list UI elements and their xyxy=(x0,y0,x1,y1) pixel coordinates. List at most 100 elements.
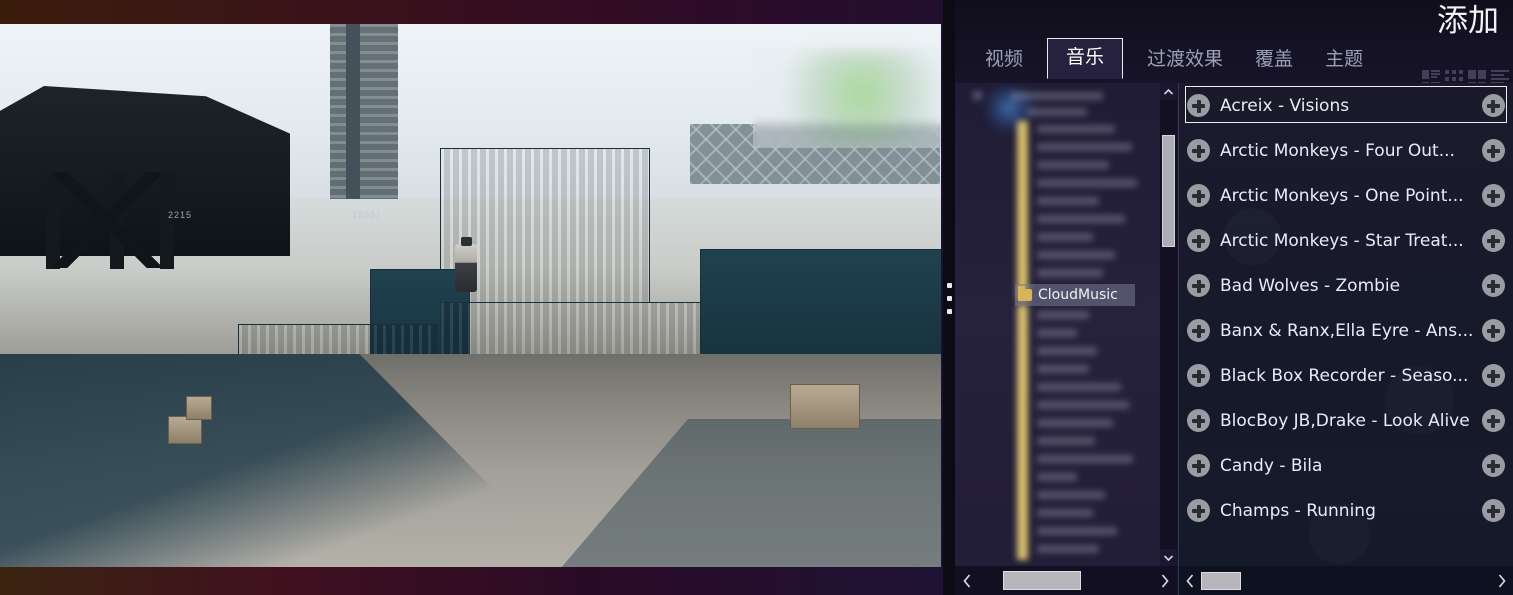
plus-circle-icon[interactable] xyxy=(1187,274,1210,297)
tree-folder-column xyxy=(1017,305,1028,560)
track-list-item[interactable]: Candy - Bila xyxy=(1179,443,1513,488)
track-title: Bad Wolves - Zombie xyxy=(1220,275,1401,296)
plus-circle-icon xyxy=(1481,139,1505,162)
tree-item-text xyxy=(1037,455,1133,463)
tree-item-text xyxy=(1037,527,1117,535)
plus-circle-icon[interactable] xyxy=(1187,364,1210,387)
plus-circle-icon[interactable] xyxy=(1187,454,1210,477)
app-root: 2215 13081 添加 视频 音乐 过渡效果 覆盖 主题 CloudMusi… xyxy=(0,0,1513,595)
scrollbar-track[interactable] xyxy=(1201,566,1491,595)
track-list-item[interactable]: BlocBoy JB,Drake - Look Alive xyxy=(1179,398,1513,443)
scrollbar-thumb[interactable] xyxy=(1201,572,1241,590)
track-list-item[interactable]: Acreix - Visions xyxy=(1179,83,1513,128)
video-frame[interactable]: 2215 13081 xyxy=(0,24,941,567)
track-list-item[interactable]: Bad Wolves - Zombie xyxy=(1179,263,1513,308)
plus-circle-icon[interactable] xyxy=(1187,409,1210,432)
tree-item-text xyxy=(1037,509,1093,517)
tree-item-text xyxy=(1037,347,1097,355)
add-track-button[interactable] xyxy=(1473,83,1513,128)
scene-building-leg xyxy=(160,174,174,269)
music-list-pane[interactable]: Acreix - Visions Arctic Monkeys - Four Ou… xyxy=(1179,83,1513,595)
plus-circle-icon[interactable] xyxy=(1187,499,1210,522)
track-list-item[interactable]: Black Box Recorder - Seaso... xyxy=(1179,353,1513,398)
track-list-item[interactable]: Arctic Monkeys - One Point... xyxy=(1179,173,1513,218)
scroll-left-button[interactable] xyxy=(955,566,979,595)
tree-item-text xyxy=(1037,125,1115,133)
track-title: Champs - Running xyxy=(1220,500,1376,521)
tab-overlay[interactable]: 覆盖 xyxy=(1239,41,1309,79)
add-track-button[interactable] xyxy=(1473,173,1513,218)
add-track-button[interactable] xyxy=(1473,398,1513,443)
add-track-button[interactable] xyxy=(1473,488,1513,533)
folder-tree-pane[interactable]: CloudMusic xyxy=(955,83,1177,595)
add-track-button[interactable] xyxy=(1473,308,1513,353)
track-title: Arctic Monkeys - One Point... xyxy=(1220,185,1464,206)
plus-circle-icon xyxy=(1481,94,1505,117)
scroll-down-button[interactable] xyxy=(1160,549,1177,566)
tab-video[interactable]: 视频 xyxy=(969,41,1039,79)
scene-building-brace xyxy=(52,172,162,268)
add-track-button[interactable] xyxy=(1473,218,1513,263)
chevron-up-icon xyxy=(1164,88,1173,95)
video-preview-pane[interactable]: 2215 13081 xyxy=(0,0,943,595)
scrollbar-track[interactable] xyxy=(979,566,1153,595)
chevron-right-icon xyxy=(1161,573,1169,588)
track-title: Arctic Monkeys - Star Treat... xyxy=(1220,230,1464,251)
tree-item-text xyxy=(1037,401,1129,409)
add-track-button[interactable] xyxy=(1473,128,1513,173)
track-title: Candy - Bila xyxy=(1220,455,1323,476)
plus-circle-icon[interactable] xyxy=(1187,319,1210,342)
add-track-button[interactable] xyxy=(1473,263,1513,308)
tab-bar: 视频 音乐 过渡效果 覆盖 主题 xyxy=(969,38,1379,79)
folder-tree-vertical-scrollbar[interactable] xyxy=(1160,83,1177,566)
plus-circle-icon[interactable] xyxy=(1187,94,1210,117)
scrollbar-thumb[interactable] xyxy=(1003,571,1081,590)
scroll-up-button[interactable] xyxy=(1160,83,1177,100)
scroll-right-button[interactable] xyxy=(1491,566,1513,595)
tree-folder-column xyxy=(1017,121,1028,301)
tab-theme[interactable]: 主题 xyxy=(1309,41,1379,79)
plus-circle-icon[interactable] xyxy=(1187,139,1210,162)
track-list-item[interactable]: Champs - Running xyxy=(1179,488,1513,533)
tab-transitions[interactable]: 过渡效果 xyxy=(1131,41,1239,79)
tree-item-text xyxy=(1027,108,1087,116)
chevron-right-icon xyxy=(1498,573,1506,588)
tree-item-text xyxy=(1037,215,1125,223)
scroll-right-button[interactable] xyxy=(1153,566,1177,595)
tree-item-text xyxy=(1037,161,1109,169)
scene-container xyxy=(700,249,941,369)
tree-item-cloudmusic[interactable]: CloudMusic xyxy=(1015,284,1135,306)
track-list-item[interactable]: Arctic Monkeys - Four Out... xyxy=(1179,128,1513,173)
folder-tree-horizontal-scrollbar[interactable] xyxy=(955,566,1177,595)
folder-icon xyxy=(1018,286,1032,301)
tree-item-text xyxy=(1037,251,1115,259)
track-list-item[interactable]: Banx & Ranx,Ella Eyre - Ans... xyxy=(1179,308,1513,353)
tree-item-text xyxy=(1037,329,1077,337)
page-title: 添加 xyxy=(1437,3,1499,39)
tree-item-text xyxy=(1037,437,1095,445)
scene-tower-column xyxy=(346,24,360,199)
scrollbar-thumb[interactable] xyxy=(1162,135,1175,247)
tab-music[interactable]: 音乐 xyxy=(1047,38,1124,79)
splitter-grip-icon xyxy=(947,283,952,322)
tree-item-text xyxy=(1037,179,1137,187)
plus-circle-icon xyxy=(1481,499,1505,522)
plus-circle-icon xyxy=(1481,364,1505,387)
scene-tower-lattice xyxy=(330,24,398,199)
plus-circle-icon[interactable] xyxy=(1187,184,1210,207)
track-title: BlocBoy JB,Drake - Look Alive xyxy=(1220,410,1470,431)
music-list-horizontal-scrollbar[interactable] xyxy=(1179,566,1513,595)
tree-item-text xyxy=(1037,197,1099,205)
add-track-button[interactable] xyxy=(1473,353,1513,398)
tree-item-text xyxy=(1037,143,1132,151)
plus-circle-icon xyxy=(1481,409,1505,432)
track-list-item[interactable]: Arctic Monkeys - Star Treat... xyxy=(1179,218,1513,263)
plus-circle-icon[interactable] xyxy=(1187,229,1210,252)
scroll-left-button[interactable] xyxy=(1179,566,1201,595)
track-title: Banx & Ranx,Ella Eyre - Ans... xyxy=(1220,320,1474,341)
chevron-left-icon xyxy=(1186,573,1194,588)
add-track-button[interactable] xyxy=(1473,443,1513,488)
scene-container-label: 13081 xyxy=(352,210,383,220)
tree-item-text xyxy=(1037,473,1077,481)
panel-splitter[interactable] xyxy=(943,0,955,595)
